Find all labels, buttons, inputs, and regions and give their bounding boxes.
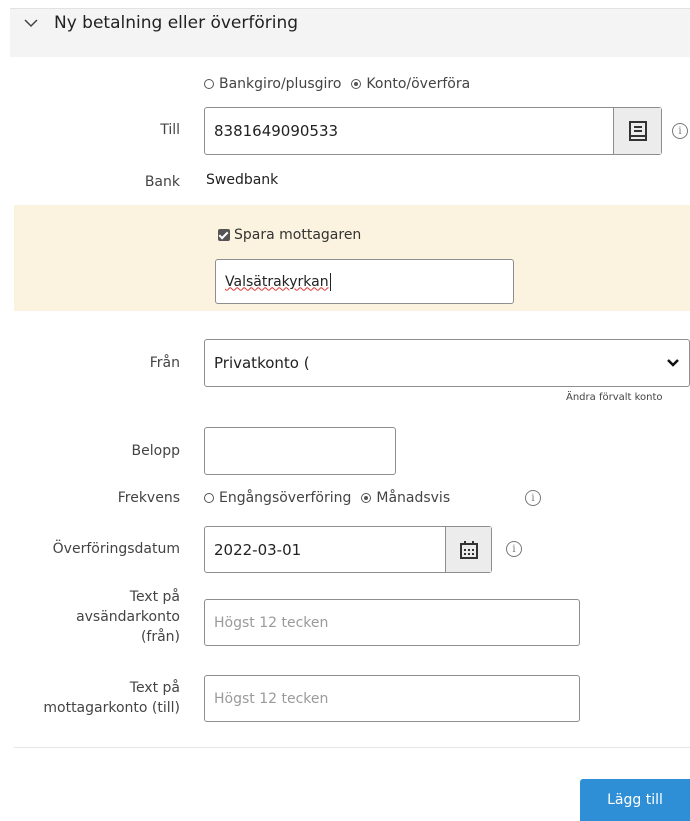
radio-one-time[interactable] [204,493,214,503]
sender-text-label: Text på avsändarkonto (från) [30,587,180,647]
date-field[interactable]: 2022-03-01 [204,526,492,573]
payment-type-group: Bankgiro/plusgiro Konto/överföra [204,76,470,92]
recipient-text-placeholder: Högst 12 tecken [214,690,329,707]
chevron-down-icon[interactable] [22,14,40,32]
amount-input[interactable] [204,427,396,475]
frequency-group: Engångsöverföring Månadsvis [204,490,450,506]
till-label: Till [160,122,180,138]
till-field[interactable]: 8381649090533 [204,107,662,155]
recipient-text-label-line: Text på [129,680,180,696]
date-value[interactable]: 2022-03-01 [205,541,445,559]
bank-label: Bank [144,174,180,190]
info-icon[interactable]: i [525,490,541,506]
sender-text-input[interactable]: Högst 12 tecken [204,599,580,646]
date-label: Överföringsdatum [52,541,180,557]
from-value: Privatkonto ( [214,354,310,372]
till-value[interactable]: 8381649090533 [205,122,613,140]
recipient-name-value: Valsätrakyrkan [225,273,329,290]
radio-one-time-label[interactable]: Engångsöverföring [219,490,351,506]
radio-monthly-label[interactable]: Månadsvis [376,490,450,506]
calendar-button[interactable] [445,527,491,572]
change-default-account-link[interactable]: Ändra förvalt konto [566,392,663,403]
from-label: Från [149,355,180,371]
bank-value: Swedbank [206,172,279,188]
radio-bankgiro[interactable] [204,79,214,89]
radio-bankgiro-label[interactable]: Bankgiro/plusgiro [219,76,341,92]
info-icon[interactable]: i [672,123,688,139]
sender-text-label-line: avsändarkonto [76,609,180,625]
sender-text-label-line: (från) [140,629,180,645]
add-button[interactable]: Lägg till [580,779,690,821]
divider [14,747,690,748]
save-recipient-checkbox[interactable] [218,229,230,241]
recipient-name-input[interactable]: Valsätrakyrkan [215,259,514,304]
sender-text-placeholder: Högst 12 tecken [214,614,329,631]
text-cursor [329,272,331,291]
chevron-down-icon [667,359,679,367]
address-book-icon [628,121,647,141]
recipient-text-label: Text på mottagarkonto (till) [30,678,180,718]
save-recipient-row: Spara mottagaren [218,227,361,243]
radio-konto-label[interactable]: Konto/överföra [366,76,470,92]
calendar-icon [459,540,478,559]
recipient-text-input[interactable]: Högst 12 tecken [204,675,580,722]
info-icon[interactable]: i [506,541,522,557]
from-select[interactable]: Privatkonto ( [204,339,690,387]
amount-label: Belopp [131,443,180,459]
recipient-text-label-line: mottagarkonto (till) [43,700,180,716]
section-title: Ny betalning eller överföring [54,13,299,33]
address-book-button[interactable] [613,108,661,154]
radio-konto[interactable] [351,79,362,89]
frequency-label: Frekvens [117,490,180,506]
save-recipient-label[interactable]: Spara mottagaren [234,227,361,243]
radio-monthly[interactable] [361,493,372,503]
sender-text-label-line: Text på [129,589,180,605]
